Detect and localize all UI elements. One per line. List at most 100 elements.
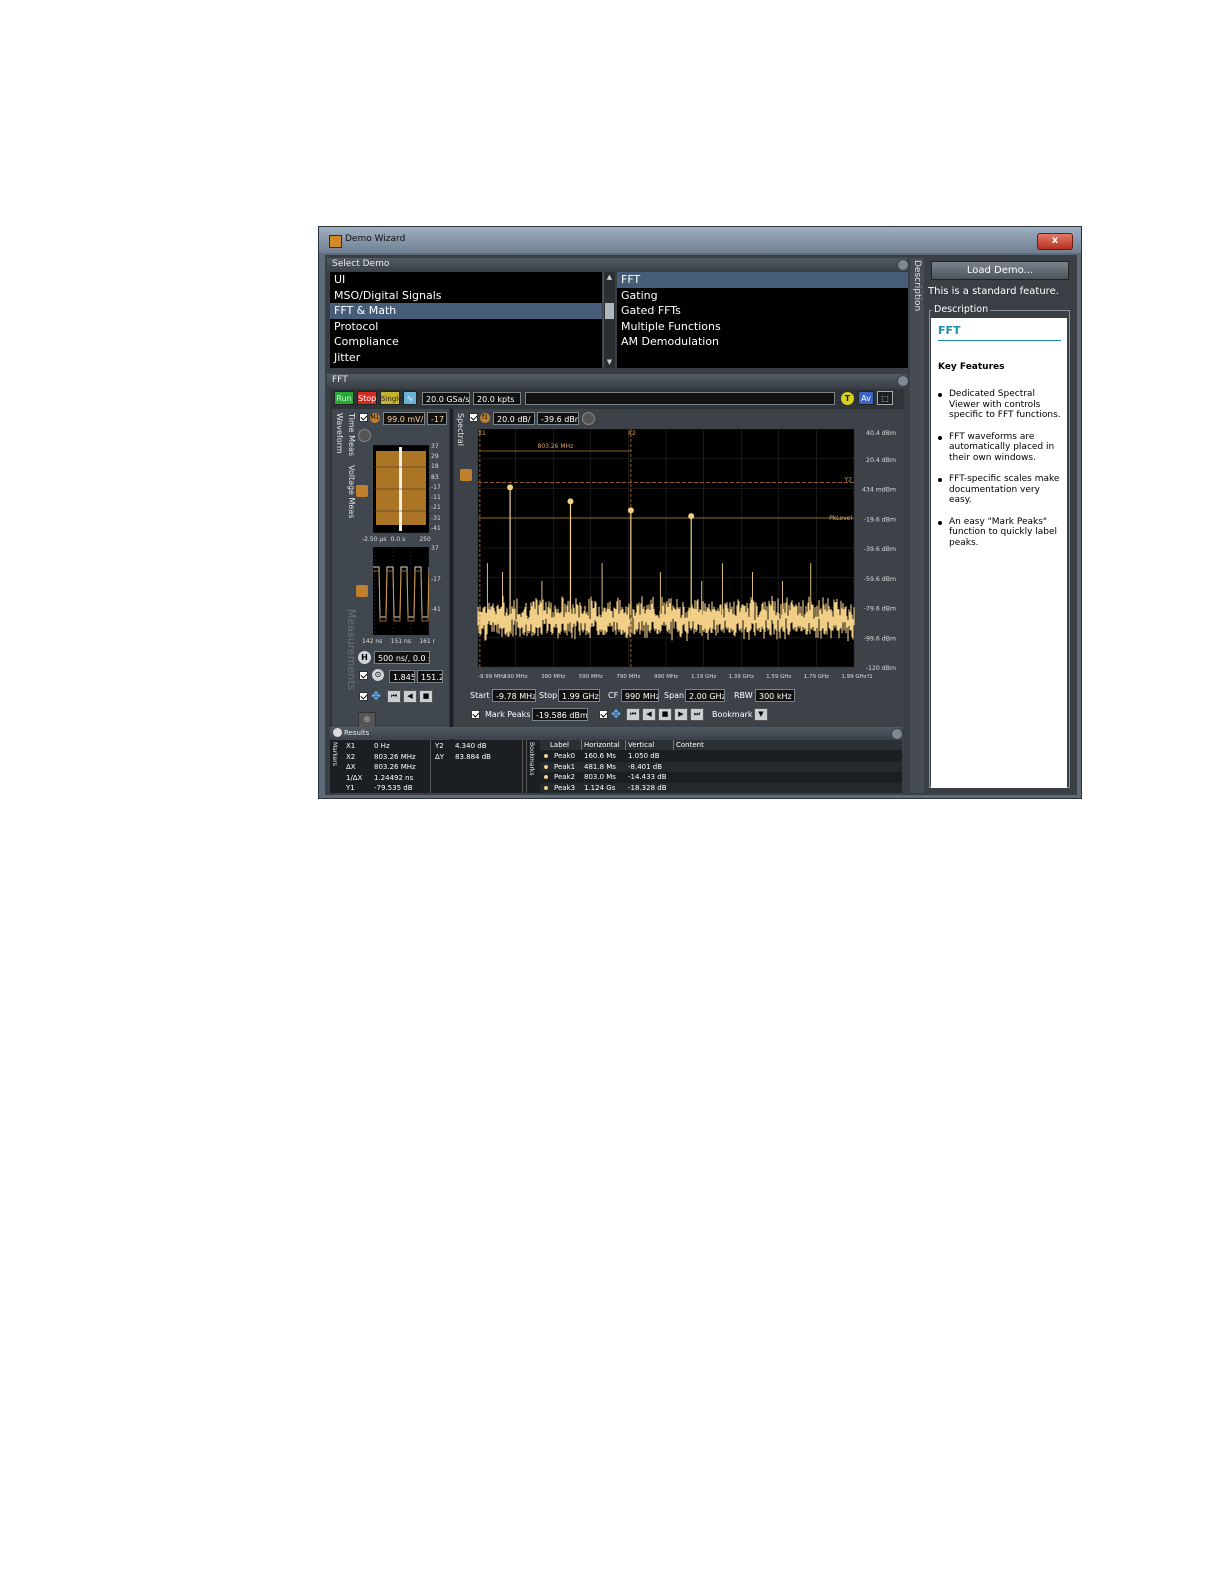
demo-item[interactable]: FFT xyxy=(617,272,908,288)
category-item[interactable]: UI xyxy=(330,272,602,288)
scroll-down-icon[interactable]: ▼ xyxy=(605,358,614,367)
bookmark-dropdown-icon[interactable]: ▼ xyxy=(754,708,768,721)
bookmarks-column-header: Horizontal xyxy=(584,741,620,749)
y-tick-label: -17 xyxy=(431,575,441,583)
sample-rate-field[interactable]: 20.0 GSa/s xyxy=(422,392,470,405)
results-collapse-button[interactable] xyxy=(891,728,903,740)
spectral-navigate-icon[interactable]: ✥ xyxy=(611,708,624,721)
spectral-first-button[interactable]: ⏮ xyxy=(626,708,640,721)
channel-scale-field[interactable]: 99.0 mV/ xyxy=(383,412,425,425)
single-button[interactable]: Single xyxy=(380,391,403,405)
x-tick-label: 1.19 GHz xyxy=(691,674,716,680)
markers-divider-right xyxy=(526,740,527,793)
cursor-value-2[interactable]: 151.2 xyxy=(417,670,443,683)
marker-name: ΔX xyxy=(346,763,356,771)
demo-item[interactable]: Gating xyxy=(617,288,908,304)
close-button[interactable]: x xyxy=(1037,233,1073,250)
channel-checkbox[interactable] xyxy=(359,413,368,422)
channel-marker-icon[interactable] xyxy=(356,485,368,497)
tab-voltage-meas[interactable]: Voltage Meas xyxy=(347,465,356,518)
spectral-expand-icon[interactable] xyxy=(582,412,595,425)
spectral-panel: Spectral f1 20.0 dB/ -39.6 dBm X1 X2 Y2 803… xyxy=(454,409,904,755)
spectral-last-button[interactable]: ⏭ xyxy=(690,708,704,721)
demo-list[interactable]: FFT Gating Gated FFTs Multiple Functions AM … xyxy=(617,272,908,368)
tab-bookmarks[interactable]: Bookmarks xyxy=(528,742,535,776)
spectral-stop-button[interactable]: ■ xyxy=(658,708,672,721)
demo-item[interactable]: Multiple Functions xyxy=(617,319,908,335)
mark-peaks-checkbox[interactable] xyxy=(471,710,480,719)
timebase-field[interactable]: 500 ns/, 0.0 s xyxy=(374,651,430,664)
mark-peaks-threshold-field[interactable]: -19.586 dBm xyxy=(532,708,588,721)
trigger-icon[interactable]: T xyxy=(841,392,854,405)
vertical-scale-field[interactable]: 20.0 dB/ xyxy=(493,412,535,425)
tab-spectral[interactable]: Spectral xyxy=(456,413,465,446)
measure-add-icon[interactable]: ⊕ xyxy=(358,712,376,728)
peak-level-label: PkLevel xyxy=(829,515,852,522)
spectral-prev-button[interactable]: ◀ xyxy=(642,708,656,721)
description-splitter[interactable]: Description xyxy=(910,258,924,793)
math-marker-icon[interactable] xyxy=(356,585,368,597)
category-item[interactable]: MSO/Digital Signals xyxy=(330,288,602,304)
category-item[interactable]: Jitter xyxy=(330,350,602,366)
waveform-view-icon[interactable]: Av xyxy=(858,391,874,405)
vertical-reference-field[interactable]: -39.6 dBm xyxy=(537,412,579,425)
nav-prev-button[interactable]: ◀ xyxy=(403,690,417,703)
zoom-box-icon[interactable]: ⬚ xyxy=(877,391,893,405)
rbw-field[interactable]: 300 kHz xyxy=(755,689,795,702)
nav-checkbox[interactable] xyxy=(359,692,368,701)
y-tick-label: 434 mdBm xyxy=(862,487,896,494)
demo-item[interactable]: Gated FFTs xyxy=(617,303,908,319)
feature-item: FFT-specific scales make documentation v… xyxy=(935,474,1063,506)
panel-splitter[interactable] xyxy=(450,409,453,755)
results-gear-icon[interactable] xyxy=(333,728,342,737)
category-item[interactable]: FFT & Math xyxy=(330,303,602,319)
spectral-checkbox[interactable] xyxy=(469,413,478,422)
waveform-upper-x-labels: -2.50 µs 0.0 s 250 xyxy=(362,536,448,545)
tab-markers[interactable]: Markers xyxy=(331,742,338,766)
marker-value: 803.26 MHz xyxy=(374,763,416,771)
fft-pane-collapse-button[interactable] xyxy=(897,375,909,387)
spectral-next-button[interactable]: ▶ xyxy=(674,708,688,721)
cursor-checkbox[interactable] xyxy=(359,671,368,680)
tab-time-meas[interactable]: Time Meas xyxy=(347,413,356,456)
spectral-nav-checkbox[interactable] xyxy=(599,710,608,719)
scroll-thumb[interactable] xyxy=(605,303,614,319)
spectrum-plot[interactable]: X1 X2 Y2 803.26 MHz PkLevel 40.4 dBm 20.4 dBm 4… xyxy=(474,429,904,684)
cursor-value-1[interactable]: 1.845 xyxy=(389,670,415,683)
autoscale-icon[interactable]: ∿ xyxy=(403,391,417,405)
category-scrollbar[interactable]: ▲ ▼ xyxy=(603,272,615,368)
app-icon xyxy=(329,235,342,248)
column-separator xyxy=(673,740,674,750)
category-item[interactable]: Protocol xyxy=(330,319,602,335)
channel-offset-field[interactable]: -17 xyxy=(427,412,447,425)
tab-waveform[interactable]: Waveform xyxy=(335,413,344,454)
markers-divider xyxy=(522,740,523,793)
expand-icon[interactable] xyxy=(358,429,371,442)
demo-item[interactable]: AM Demodulation xyxy=(617,334,908,350)
nav-first-button[interactable]: ⏮ xyxy=(387,690,401,703)
cf-field[interactable]: 990 MHz xyxy=(621,689,659,702)
spectral-marker-icon[interactable] xyxy=(460,469,472,481)
points-field[interactable]: 20.0 kpts xyxy=(473,392,521,405)
bookmark-vertical: 1.050 dB xyxy=(628,752,660,760)
marker-value: -79.535 dB xyxy=(374,784,413,792)
results-area: Markers X1 0 Hz X2 803.26 MHz ΔX 803.26 MHz 1/… xyxy=(330,740,902,793)
nav-stop-button[interactable]: ■ xyxy=(419,690,433,703)
tab-measurements[interactable]: Measurements xyxy=(345,609,358,690)
x-tick-label: 190 MHz xyxy=(504,674,528,680)
select-demo-collapse-button[interactable] xyxy=(897,259,909,271)
start-field[interactable]: -9.78 MHz xyxy=(492,689,536,702)
category-item[interactable]: Compliance xyxy=(330,334,602,350)
tab-description[interactable]: Description xyxy=(912,260,922,311)
load-demo-button[interactable]: Load Demo... xyxy=(931,261,1069,280)
stop-field[interactable]: 1.99 GHz xyxy=(558,689,600,702)
window-title: Demo Wizard xyxy=(345,234,406,244)
cursor-icon[interactable]: ⊙ xyxy=(372,669,384,681)
navigate-icon[interactable]: ✥ xyxy=(371,690,384,703)
bookmarks-table: Label Horizontal Vertical Content Peak0 160.6… xyxy=(540,740,902,793)
category-list[interactable]: UI MSO/Digital Signals FFT & Math Protocol C… xyxy=(330,272,602,368)
run-button[interactable]: Run xyxy=(334,391,354,405)
stop-button[interactable]: Stop xyxy=(357,391,377,405)
span-field[interactable]: 2.00 GHz xyxy=(685,689,725,702)
scroll-up-icon[interactable]: ▲ xyxy=(605,273,614,282)
